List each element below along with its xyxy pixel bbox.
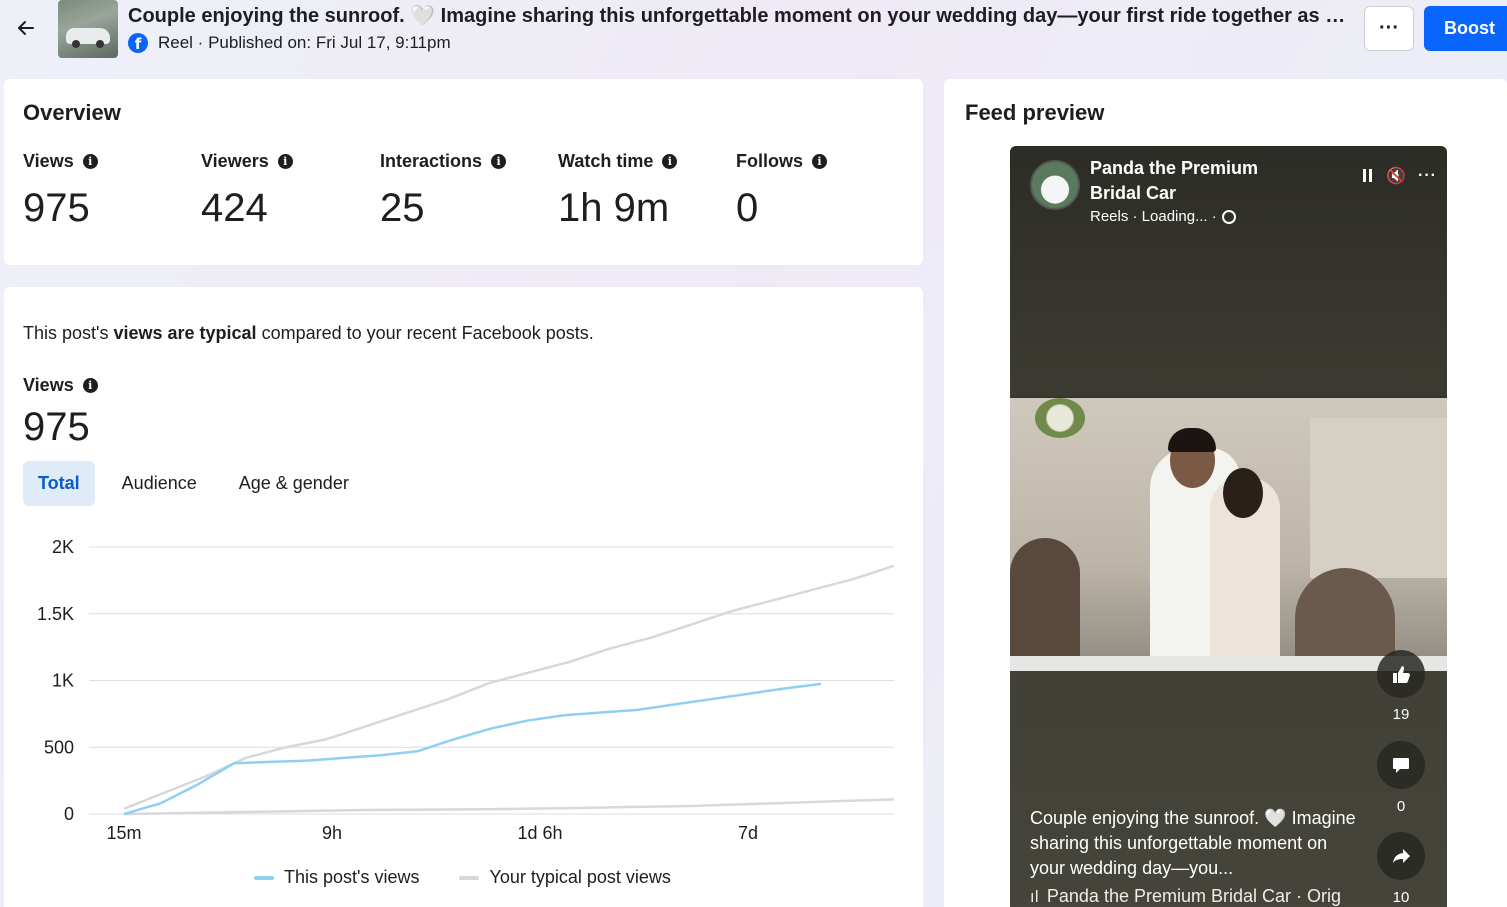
facebook-icon: f (128, 33, 148, 53)
legend-label: Your typical post views (489, 867, 671, 887)
post-header: Couple enjoying the sunroof. 🤍 Imagine s… (0, 0, 1507, 62)
pause-icon[interactable] (1363, 169, 1373, 182)
metric-label: Views (23, 151, 74, 171)
share-button[interactable] (1377, 832, 1425, 880)
post-title: Couple enjoying the sunroof. 🤍 Imagine s… (128, 5, 1356, 27)
reel-meta-text: Reels · Loading... · (1090, 208, 1217, 225)
feed-preview-title: Feed preview (965, 100, 1105, 125)
feed-preview-card: Feed preview Panda the Premium Bridal Ca… (944, 79, 1507, 907)
share-icon (1393, 849, 1410, 863)
reel-controls: 🔇 ··· (1363, 166, 1437, 185)
boost-button[interactable]: Boost (1424, 6, 1507, 51)
metric-viewers: Viewers i 424 (201, 151, 293, 231)
metric-value: 25 (380, 186, 425, 230)
views-label-text: Views (23, 375, 74, 395)
metric-value: 975 (23, 186, 90, 230)
typical-suffix: compared to your recent Facebook posts. (256, 323, 594, 343)
views-line-chart: 0 500 1K 1.5K 2K 15m 9h 1d 6h 7d (37, 537, 895, 843)
metric-watch-time: Watch time i 1h 9m (558, 151, 678, 231)
like-button[interactable] (1377, 650, 1425, 698)
typical-views-lower-line[interactable] (123, 798, 895, 816)
reel-audio[interactable]: ıl Panda the Premium Bridal Car · Orig (1030, 886, 1341, 907)
y-tick-label: 0 (64, 804, 74, 824)
info-icon[interactable]: i (662, 154, 678, 169)
thumbs-up-icon (1393, 666, 1410, 683)
info-icon[interactable]: i (82, 154, 98, 169)
legend-this-post[interactable]: This post's views (254, 867, 419, 888)
metric-value: 1h 9m (558, 186, 670, 230)
metric-value: 424 (201, 186, 268, 230)
info-icon[interactable]: i (277, 154, 293, 169)
metric-label: Follows (736, 151, 803, 171)
more-dots-icon[interactable]: ··· (1418, 167, 1437, 185)
post-thumbnail[interactable] (58, 0, 118, 58)
metric-follows: Follows i 0 (736, 151, 827, 231)
typical-bold: views are typical (113, 323, 257, 343)
reel-caption[interactable]: Couple enjoying the sunroof. 🤍 Imagine s… (1030, 806, 1360, 881)
reel-preview[interactable]: Panda the Premium Bridal Car Reels · Loa… (1010, 146, 1447, 907)
share-count: 10 (1392, 889, 1410, 906)
globe-icon (1221, 209, 1236, 224)
x-tick-label: 7d (738, 823, 758, 843)
post-meta: Reel · Published on: Fri Jul 17, 9:11pm (158, 33, 451, 52)
like-count: 19 (1392, 706, 1410, 723)
page-name[interactable]: Panda the Premium Bridal Car (1090, 156, 1290, 206)
info-icon[interactable]: i (491, 154, 507, 169)
metric-interactions: Interactions i 25 (380, 151, 507, 231)
comment-icon (1393, 758, 1409, 773)
legend-typical[interactable]: Your typical post views (459, 867, 671, 888)
metric-value: 0 (736, 186, 759, 230)
views-card: This post's views are typical compared t… (4, 287, 923, 907)
comment-count: 0 (1396, 798, 1406, 815)
views-tabs: Total Audience Age & gender (23, 461, 376, 506)
typical-views-upper-line[interactable] (123, 564, 895, 810)
y-tick-label: 500 (44, 737, 74, 757)
metric-views: Views i 975 (23, 151, 98, 231)
overview-title: Overview (23, 100, 121, 125)
legend-swatch (254, 875, 274, 880)
typical-message: This post's views are typical compared t… (23, 323, 594, 344)
overview-card: Overview Views i 975 Viewers i 424 Interac… (4, 79, 923, 265)
tab-audience[interactable]: Audience (107, 461, 212, 506)
comment-button[interactable] (1377, 741, 1425, 789)
back-button[interactable] (12, 14, 40, 42)
y-tick-label: 2K (52, 537, 74, 557)
y-tick-label: 1K (52, 671, 74, 691)
typical-prefix: This post's (23, 323, 114, 343)
info-icon[interactable]: i (812, 154, 827, 169)
x-tick-label: 15m (106, 823, 141, 843)
this-post-views-line[interactable] (123, 682, 822, 816)
reel-meta: Reels · Loading... · (1090, 208, 1236, 225)
page-avatar[interactable] (1030, 160, 1080, 210)
metric-label: Viewers (201, 151, 269, 171)
audio-wave-icon: ıl (1030, 887, 1039, 906)
tab-total[interactable]: Total (23, 461, 95, 506)
metric-label: Watch time (558, 151, 654, 171)
y-tick-label: 1.5K (37, 604, 74, 624)
x-tick-label: 9h (322, 823, 342, 843)
tab-age-gender[interactable]: Age & gender (224, 461, 364, 506)
legend-label: This post's views (284, 867, 420, 887)
views-value: 975 (23, 405, 90, 449)
chart-legend: This post's views Your typical post view… (254, 867, 711, 888)
metric-label: Interactions (380, 151, 483, 171)
views-label: Views i (23, 375, 98, 396)
x-tick-label: 1d 6h (517, 823, 562, 843)
mute-icon[interactable]: 🔇 (1386, 166, 1406, 185)
video-frame[interactable] (1010, 396, 1447, 671)
audio-title: Panda the Premium Bridal Car · Orig (1046, 886, 1341, 906)
legend-swatch (459, 875, 480, 880)
more-options-button[interactable]: ··· (1364, 6, 1414, 51)
post-subline: f Reel · Published on: Fri Jul 17, 9:11p… (128, 33, 451, 53)
info-icon[interactable]: i (82, 378, 98, 393)
arrow-left-icon (18, 21, 34, 35)
